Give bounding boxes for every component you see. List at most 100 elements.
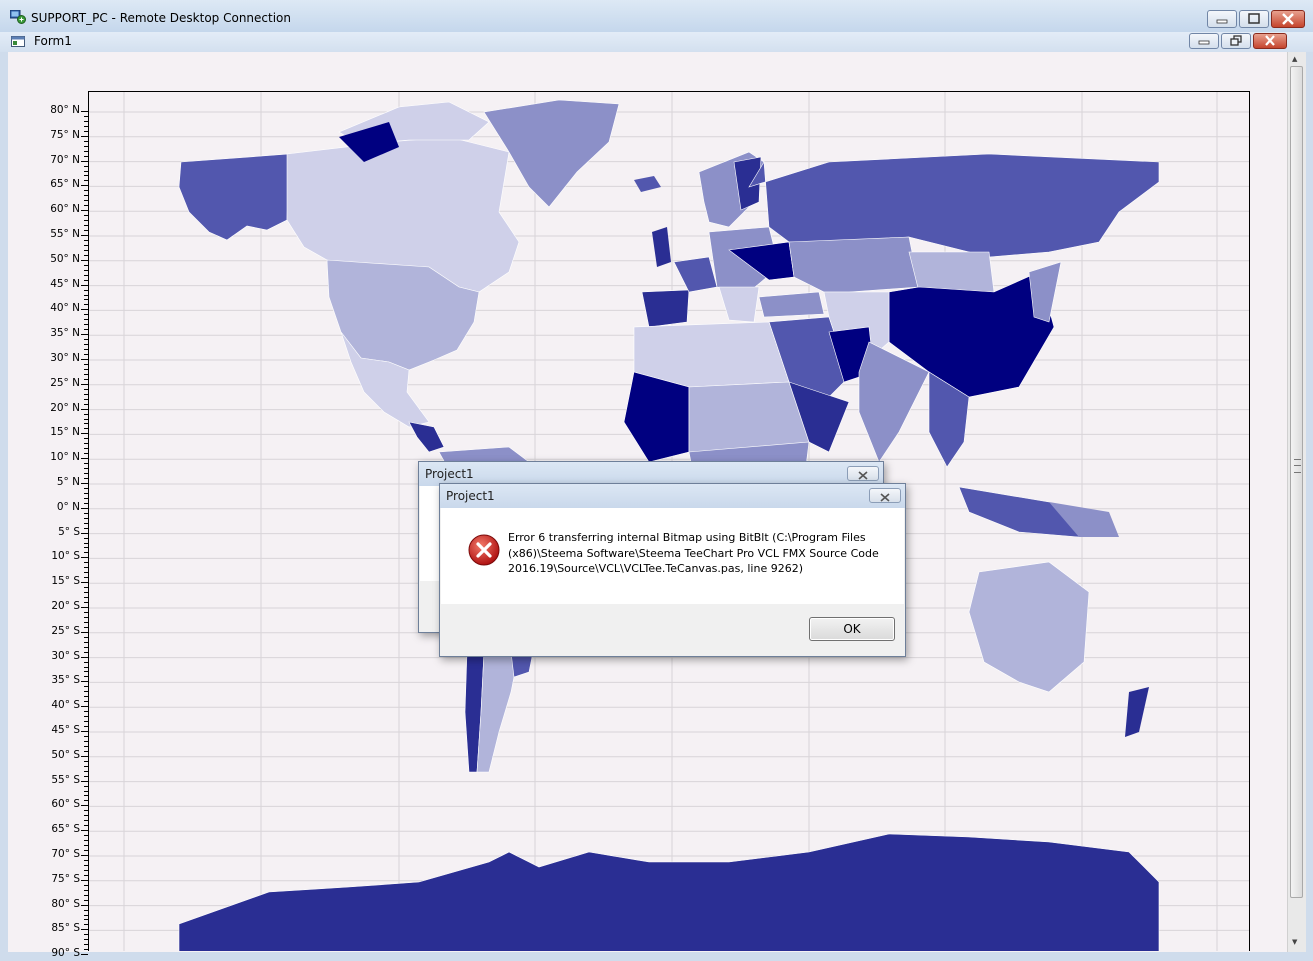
latitude-tick-label: 45° N [50,277,80,290]
rdp-maximize-button[interactable] [1239,10,1269,28]
scroll-up-arrow-icon[interactable]: ▲ [1292,55,1297,63]
window-frame-right [1305,52,1313,961]
latitude-tick [81,929,88,931]
latitude-tick [81,904,88,906]
form-close-button[interactable] [1253,33,1287,49]
latitude-tick-label: 30° N [50,352,80,364]
latitude-tick [81,408,88,410]
country-sahel [688,381,810,453]
latitude-tick [81,631,88,633]
dialog-back-close-button[interactable] [847,466,879,481]
close-icon [880,493,890,502]
latitude-tick [81,731,88,732]
minimize-icon [1216,19,1228,24]
latitude-tick [81,359,88,360]
latitude-tick-label: 75° N [50,128,80,141]
latitude-tick [81,259,88,261]
latitude-tick [81,532,88,534]
latitude-tick-label: 60° N [50,203,80,216]
latitude-tick [81,383,88,385]
form-title-bar [0,32,1313,53]
latitude-tick-label: 20° S [51,600,80,612]
country-west-africa [623,371,690,463]
latitude-tick-label: 70° N [50,153,80,166]
latitude-tick-label: 5° S [58,525,80,538]
latitude-tick-label: 50° S [51,748,80,761]
latitude-tick-label: 90° S [51,947,80,960]
latitude-tick [81,706,88,708]
remote-desktop-icon [10,10,26,24]
latitude-tick [81,607,88,608]
rdp-close-button[interactable] [1271,10,1305,28]
window-frame-bottom [0,952,1313,961]
latitude-tick [81,780,88,782]
latitude-tick-label: 15° S [51,575,80,588]
dialog-caption: Project1 [440,484,905,508]
form-restore-button[interactable] [1221,33,1251,49]
country-antarctica [178,833,1160,951]
latitude-tick-label: 70° S [51,848,80,860]
latitude-tick [81,309,88,311]
latitude-tick [81,879,88,881]
rdp-window-title: SUPPORT_PC - Remote Desktop Connection [31,11,292,25]
country-new-zealand [1125,687,1149,737]
latitude-tick-label: 25° N [50,376,80,389]
country-alaska [178,153,290,241]
form-minimize-button[interactable] [1189,33,1219,49]
country-central-america [408,421,445,453]
latitude-tick [81,483,88,484]
scrollbar-thumb[interactable] [1290,66,1303,898]
latitude-tick [81,185,88,187]
latitude-tick [81,210,88,212]
scroll-down-arrow-icon[interactable]: ▼ [1292,938,1297,946]
error-message: Error 6 transferring internal Bitmap usi… [508,531,879,575]
window-frame-left [0,52,8,961]
close-icon [1265,35,1275,46]
vertical-scrollbar[interactable]: ▲ ▼ [1287,52,1306,952]
country-balkans [718,286,760,323]
form-app-icon [11,36,25,47]
latitude-tick [81,135,88,137]
latitude-tick-label: 75° S [51,872,80,885]
maximize-icon [1248,13,1260,24]
latitude-tick-label: 15° N [50,426,80,439]
country-argentina [476,651,520,773]
latitude-tick [81,507,88,509]
latitude-tick [81,582,88,584]
latitude-tick-label: 55° S [51,773,80,786]
country-iceland [634,176,661,192]
latitude-tick-label: 10° N [50,451,80,464]
country-kazakhstan [788,236,920,293]
latitude-tick-label: 20° N [50,401,80,414]
latitude-tick [81,111,88,112]
latitude-tick-label: 40° S [51,699,80,712]
latitude-tick-label: 45° S [51,724,80,736]
latitude-tick [81,433,88,435]
dialog-message-area: Error 6 transferring internal Bitmap usi… [441,508,904,604]
error-icon [468,534,500,566]
latitude-tick-label: 55° N [50,228,80,240]
latitude-tick [81,334,88,336]
latitude-tick [81,235,88,236]
country-north-africa [633,321,790,388]
latitude-tick [81,557,88,559]
form-title: Form1 [34,34,72,48]
latitude-tick [81,681,88,683]
latitude-tick [81,830,88,832]
country-korea-japan [1028,261,1062,323]
close-icon [858,471,868,480]
latitude-tick-label: 80° S [51,897,80,910]
dialog-close-button[interactable] [869,488,901,503]
scroll-grip-icon [1294,459,1301,473]
minimize-icon [1198,40,1210,45]
latitude-tick [81,805,88,807]
country-spain-portugal [641,289,690,328]
latitude-tick-label: 0° N [56,500,80,513]
ok-button[interactable]: OK [809,617,895,641]
close-icon [1282,13,1294,25]
latitude-tick [81,458,88,460]
latitude-tick [81,855,88,856]
rdp-minimize-button[interactable] [1207,10,1237,28]
country-france [673,256,718,293]
dialog-back-title: Project1 [425,467,474,481]
